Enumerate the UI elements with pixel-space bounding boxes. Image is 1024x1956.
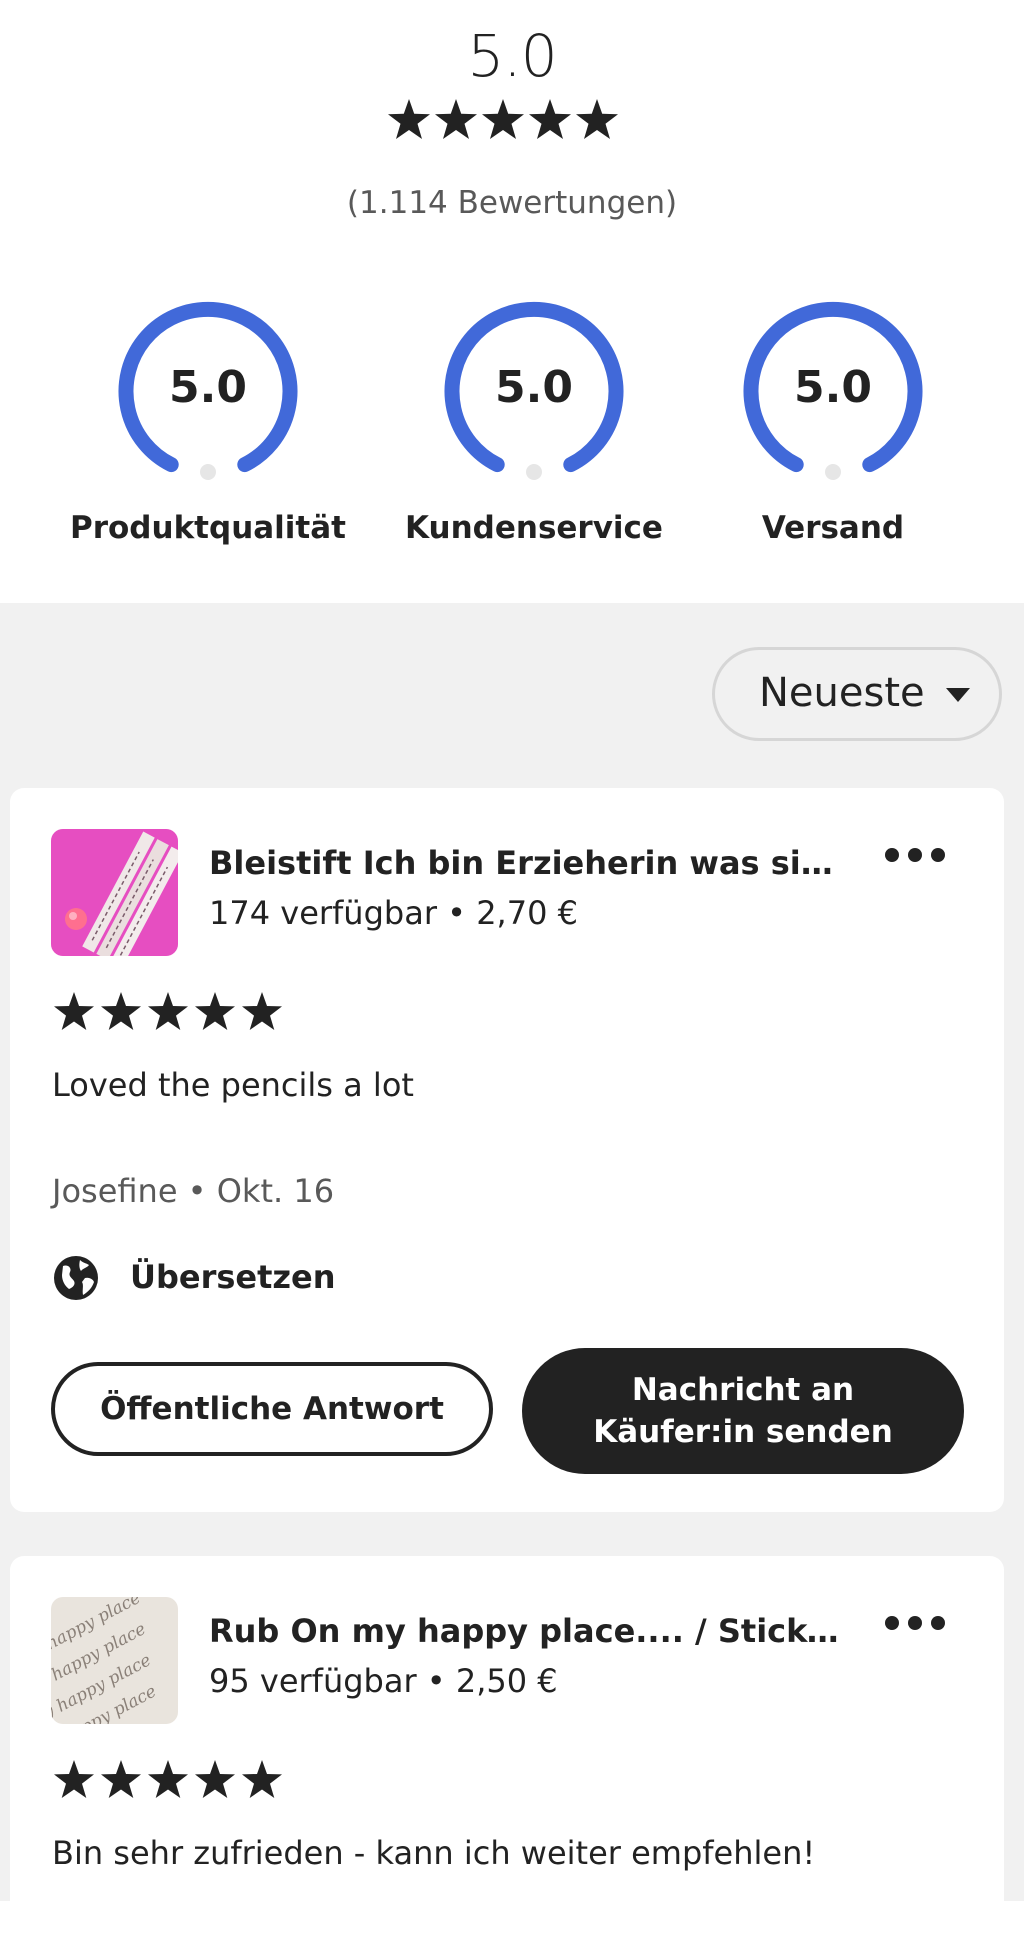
product-image: my happy place my happy place my happy p…: [51, 1597, 178, 1724]
gauge-customer-service: 5.0: [442, 300, 626, 480]
gauge-value: 5.0: [794, 362, 872, 413]
reviewer-line: Josefine • Okt. 16: [52, 1172, 334, 1210]
star-icon: [242, 992, 282, 1030]
price: 2,70 €: [476, 894, 578, 932]
reviewer-name: Josefine: [52, 1172, 178, 1210]
star-icon: [101, 992, 141, 1030]
star-icon: [195, 1760, 235, 1798]
star-icon: [101, 1760, 141, 1798]
product-thumbnail[interactable]: my happy place my happy place my happy p…: [51, 1597, 178, 1724]
sort-label: Neueste: [759, 670, 925, 716]
star-icon: [388, 99, 430, 139]
star-icon: [576, 99, 618, 139]
gauge-shipping: 5.0: [741, 300, 925, 480]
gauge-value: 5.0: [495, 362, 573, 413]
product-meta: 95 verfügbar • 2,50 €: [209, 1662, 558, 1700]
gauge-product-quality: 5.0: [116, 300, 300, 480]
review-text: Bin sehr zufrieden - kann ich weiter emp…: [52, 1834, 816, 1872]
price: 2,50 €: [455, 1662, 558, 1700]
review-stars: [54, 992, 282, 1030]
star-icon: [242, 1760, 282, 1798]
product-image: [51, 829, 178, 956]
meta-separator: •: [447, 894, 467, 932]
star-icon: [482, 99, 524, 139]
reviewer-separator: •: [187, 1172, 207, 1210]
review-date: Okt. 16: [216, 1172, 335, 1210]
product-title[interactable]: Bleistift Ich bin Erzieherin was sind ..…: [209, 844, 849, 882]
gauge-label-shipping: Versand: [761, 510, 905, 546]
star-icon: [54, 992, 94, 1030]
star-icon: [195, 992, 235, 1030]
product-meta: 174 verfügbar • 2,70 €: [209, 894, 578, 932]
sort-dropdown[interactable]: Neueste: [712, 647, 1002, 741]
availability: 174 verfügbar: [209, 894, 437, 932]
product-thumbnail[interactable]: [51, 829, 178, 956]
product-title[interactable]: Rub On my happy place.... / Sticker ...: [209, 1612, 849, 1650]
more-icon[interactable]: [880, 1608, 950, 1638]
review-text: Loved the pencils a lot: [52, 1066, 414, 1104]
review-stars: [54, 1760, 282, 1798]
star-icon: [148, 992, 188, 1030]
availability: 95 verfügbar: [209, 1662, 417, 1700]
star-icon: [435, 99, 477, 139]
caret-down-icon: [946, 688, 970, 702]
review-card: Bleistift Ich bin Erzieherin was sind ..…: [10, 788, 1004, 1512]
star-icon: [148, 1760, 188, 1798]
gauge-value: 5.0: [169, 362, 247, 413]
meta-separator: •: [426, 1662, 446, 1700]
review-count: (1.114 Bewertungen): [346, 185, 678, 221]
average-stars: [388, 99, 618, 139]
average-rating: 5.0: [467, 22, 557, 90]
review-card: my happy place my happy place my happy p…: [10, 1556, 1004, 1956]
globe-icon[interactable]: [52, 1254, 100, 1302]
message-buyer-button[interactable]: Nachricht an Käufer:in senden: [522, 1348, 964, 1474]
gauge-label-customer-service: Kundenservice: [405, 510, 663, 546]
more-icon[interactable]: [880, 840, 950, 870]
translate-link[interactable]: Übersetzen: [130, 1258, 336, 1296]
rating-summary: 5.0 (1.114 Bewertungen) 5.0 Produktquali…: [0, 0, 1024, 603]
star-icon: [529, 99, 571, 139]
gauge-label-product-quality: Produktqualität: [70, 510, 346, 546]
star-icon: [54, 1760, 94, 1798]
public-reply-button[interactable]: Öffentliche Antwort: [51, 1362, 493, 1456]
